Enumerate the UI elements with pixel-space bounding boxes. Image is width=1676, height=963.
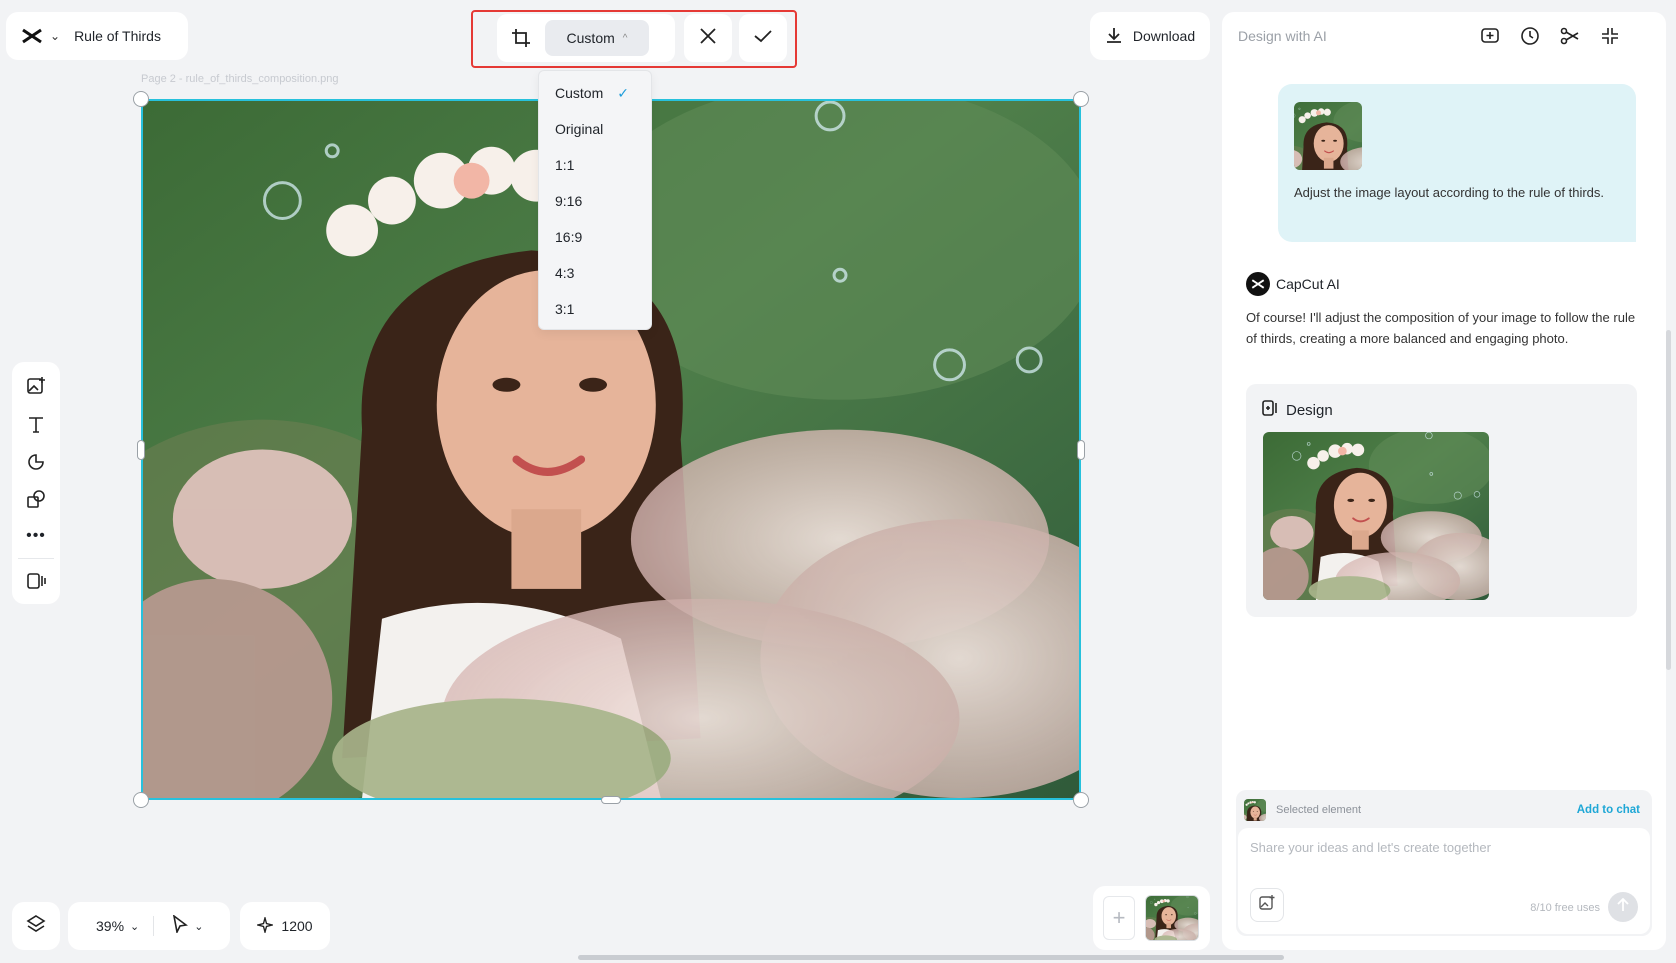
- ratio-option-label: 1:1: [555, 157, 575, 173]
- pages-strip: +: [1093, 886, 1210, 950]
- capcut-ai-avatar-icon: [1246, 272, 1270, 296]
- ratio-option-label: Custom: [555, 85, 604, 101]
- credits-button[interactable]: 1200: [240, 902, 330, 950]
- ratio-option-1-1[interactable]: 1:1: [539, 147, 651, 183]
- toolbar-divider: [18, 558, 54, 559]
- user-message-text: Adjust the image layout according to the…: [1294, 185, 1605, 200]
- message-image-thumbnail[interactable]: [1294, 102, 1362, 170]
- aspect-ratio-label: Custom: [566, 30, 615, 46]
- ratio-option-label: 16:9: [555, 229, 583, 245]
- download-label: Download: [1132, 28, 1196, 44]
- design-card-title: Design: [1286, 401, 1333, 419]
- confirm-crop-button[interactable]: [739, 14, 787, 62]
- chevron-up-icon: ^: [622, 32, 628, 44]
- left-toolbar: •••: [12, 362, 60, 604]
- crop-handle-left[interactable]: [137, 440, 145, 460]
- download-icon: [1105, 26, 1123, 47]
- crop-toolbar: Custom ^: [497, 14, 675, 62]
- crop-icon[interactable]: [497, 14, 545, 62]
- crop-handle-right[interactable]: [1077, 440, 1085, 460]
- text-icon[interactable]: [24, 412, 48, 436]
- chevron-down-icon: ⌄: [194, 920, 204, 933]
- layers-icon: [26, 914, 46, 939]
- design-result-image[interactable]: [1263, 432, 1489, 600]
- selected-element-label: Selected element: [1276, 804, 1361, 816]
- collapse-icon[interactable]: [1598, 24, 1622, 48]
- panel-title: Design with AI: [1238, 28, 1327, 44]
- user-message: Adjust the image layout according to the…: [1278, 84, 1636, 242]
- project-menu[interactable]: ⌄ Rule of Thirds: [6, 12, 188, 60]
- page-label: Page 2 - rule_of_thirds_composition.png: [141, 73, 339, 85]
- close-icon: [699, 27, 717, 50]
- sticker-icon[interactable]: [24, 450, 48, 474]
- sparkle-icon: [255, 914, 276, 936]
- zoom-level[interactable]: 39%: [96, 918, 124, 934]
- present-icon[interactable]: [24, 569, 48, 593]
- add-page-button[interactable]: +: [1103, 896, 1135, 940]
- crop-handle-top-left[interactable]: [133, 91, 149, 107]
- design-icon: [1262, 400, 1278, 420]
- pointer-tool[interactable]: ⌄: [172, 913, 204, 938]
- horizontal-scrollbar[interactable]: [578, 955, 1284, 960]
- selected-element-row: Selected element Add to chat: [1244, 799, 1640, 821]
- chat-input-area: 8/10 free uses: [1238, 828, 1650, 934]
- chat-input[interactable]: [1250, 840, 1630, 855]
- attach-image-button[interactable]: [1250, 888, 1284, 922]
- ai-reply-text: Of course! I'll adjust the composition o…: [1246, 310, 1636, 346]
- share-icon[interactable]: [1558, 24, 1582, 48]
- vertical-scrollbar[interactable]: [1666, 330, 1671, 670]
- chevron-down-icon[interactable]: ⌄: [130, 920, 139, 933]
- aspect-ratio-menu: Custom ✓ Original 1:1 9:16 16:9 4:3 3:1: [538, 70, 652, 330]
- chevron-down-icon: ⌄: [50, 29, 61, 43]
- more-icon[interactable]: •••: [24, 524, 48, 548]
- crop-handle-bottom[interactable]: [601, 796, 621, 804]
- design-card-header: Design: [1262, 400, 1333, 420]
- image-add-icon[interactable]: [24, 374, 48, 398]
- ratio-option-label: 4:3: [555, 265, 575, 281]
- check-icon: ✓: [617, 84, 629, 101]
- new-chat-icon[interactable]: [1478, 24, 1502, 48]
- aspect-ratio-select[interactable]: Custom ^: [545, 20, 649, 56]
- add-to-chat-link[interactable]: Add to chat: [1577, 804, 1640, 816]
- ratio-option-label: 3:1: [555, 301, 575, 317]
- ratio-option-4-3[interactable]: 4:3: [539, 255, 651, 291]
- capcut-logo-icon: [18, 22, 46, 50]
- ratio-option-16-9[interactable]: 16:9: [539, 219, 651, 255]
- crop-handle-top-right[interactable]: [1073, 91, 1089, 107]
- ratio-option-label: Original: [555, 121, 604, 137]
- page-thumbnail[interactable]: [1145, 895, 1199, 941]
- cancel-crop-button[interactable]: [684, 14, 732, 62]
- ratio-option-original[interactable]: Original: [539, 111, 651, 147]
- crop-handle-bottom-right[interactable]: [1073, 792, 1089, 808]
- ratio-option-custom[interactable]: Custom ✓: [539, 75, 651, 111]
- design-with-ai-panel: Design with AI Adjust the image layout a…: [1222, 12, 1666, 950]
- shapes-icon[interactable]: [24, 487, 48, 511]
- ratio-option-label: 9:16: [555, 193, 583, 209]
- crop-handle-bottom-left[interactable]: [133, 792, 149, 808]
- send-icon: [1617, 897, 1629, 917]
- check-icon: [754, 29, 772, 48]
- ai-sender-name: CapCut AI: [1276, 276, 1340, 292]
- selected-element-thumbnail: [1244, 799, 1266, 821]
- ratio-option-9-16[interactable]: 9:16: [539, 183, 651, 219]
- ai-sender: CapCut AI: [1246, 272, 1340, 296]
- attach-image-icon: [1259, 894, 1275, 916]
- zoom-controls: 39% ⌄ ⌄: [68, 902, 230, 950]
- credits-count: 1200: [281, 918, 313, 934]
- history-icon[interactable]: [1518, 24, 1542, 48]
- download-button[interactable]: Download: [1090, 12, 1210, 60]
- pointer-icon: [172, 913, 189, 938]
- chat-composer: Selected element Add to chat 8/10 free u…: [1236, 790, 1652, 936]
- divider: [153, 916, 155, 936]
- layers-button[interactable]: [12, 902, 60, 950]
- send-button[interactable]: [1608, 892, 1638, 922]
- design-result-card[interactable]: Design: [1246, 384, 1637, 617]
- free-uses-counter: 8/10 free uses: [1530, 902, 1600, 914]
- ratio-option-3-1[interactable]: 3:1: [539, 291, 651, 327]
- project-title[interactable]: Rule of Thirds: [74, 28, 161, 44]
